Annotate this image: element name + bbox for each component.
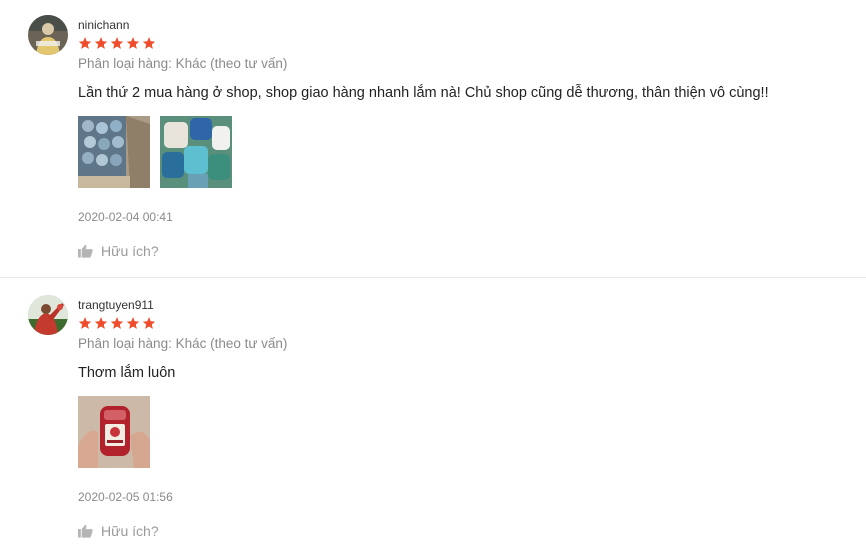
helpful-button[interactable]: Hữu ích? bbox=[78, 523, 159, 539]
user-avatar[interactable] bbox=[28, 295, 68, 335]
thumbs-up-icon bbox=[78, 245, 93, 258]
star-icon bbox=[78, 37, 92, 49]
review-timestamp: 2020-02-04 00:41 bbox=[78, 210, 173, 224]
review-timestamp: 2020-02-05 01:56 bbox=[78, 490, 173, 504]
review-comment: Lần thứ 2 mua hàng ở shop, shop giao hàn… bbox=[78, 85, 769, 101]
reviewer-username[interactable]: ninichann bbox=[78, 18, 129, 32]
helpful-button[interactable]: Hữu ích? bbox=[78, 243, 159, 259]
star-icon bbox=[126, 37, 140, 49]
rating-stars bbox=[78, 36, 156, 50]
helpful-label: Hữu ích? bbox=[101, 523, 159, 539]
product-variation: Phân loại hàng: Khác (theo tư vấn) bbox=[78, 56, 288, 71]
review-item: ninichann Phân loại hàng: Khác (theo tư … bbox=[0, 0, 866, 278]
review-comment: Thơm lắm luôn bbox=[78, 365, 176, 381]
reviewer-username[interactable]: trangtuyen911 bbox=[78, 298, 154, 312]
star-icon bbox=[110, 37, 124, 49]
star-icon bbox=[94, 37, 108, 49]
rating-stars bbox=[78, 316, 156, 330]
thumbs-up-icon bbox=[78, 525, 93, 538]
star-icon bbox=[94, 317, 108, 329]
star-icon bbox=[110, 317, 124, 329]
product-variation: Phân loại hàng: Khác (theo tư vấn) bbox=[78, 336, 288, 351]
review-photo-thumbnail[interactable] bbox=[78, 396, 150, 468]
star-icon bbox=[142, 317, 156, 329]
review-item: trangtuyen911 Phân loại hàng: Khác (theo… bbox=[0, 280, 866, 558]
review-photo-thumbnail[interactable] bbox=[78, 116, 150, 188]
review-photos bbox=[78, 116, 232, 188]
star-icon bbox=[78, 317, 92, 329]
review-photos bbox=[78, 396, 150, 468]
star-icon bbox=[126, 317, 140, 329]
helpful-label: Hữu ích? bbox=[101, 243, 159, 259]
user-avatar[interactable] bbox=[28, 15, 68, 55]
review-photo-thumbnail[interactable] bbox=[160, 116, 232, 188]
star-icon bbox=[142, 37, 156, 49]
